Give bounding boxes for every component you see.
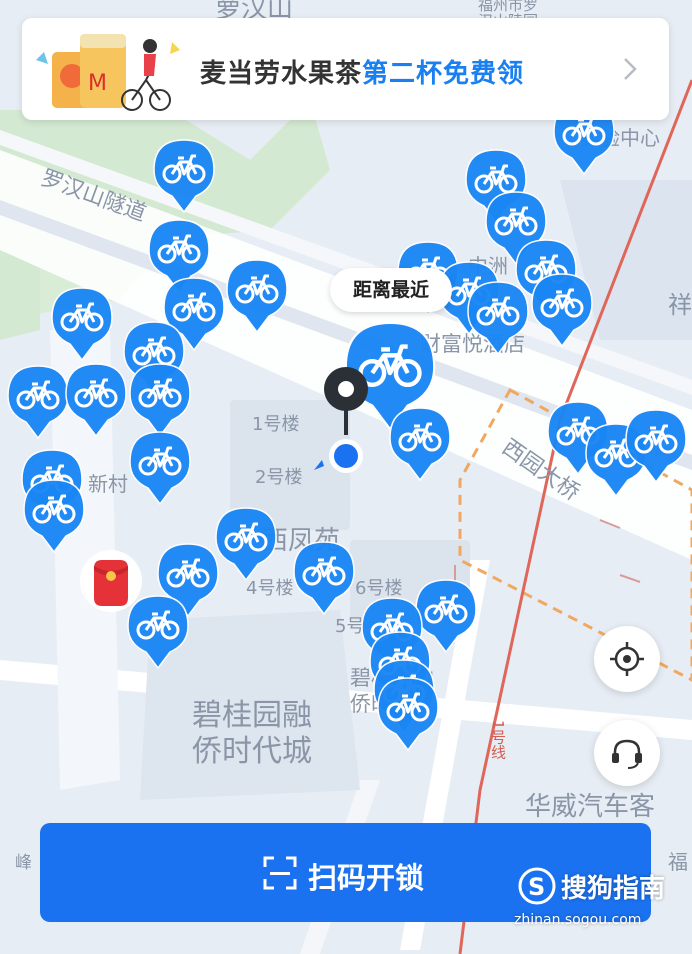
bike-pin-icon[interactable] <box>530 272 594 348</box>
headset-icon <box>612 739 642 769</box>
red-packet-icon[interactable] <box>78 548 144 622</box>
bike-pin-icon[interactable] <box>128 430 192 506</box>
bike-pin-icon[interactable] <box>292 540 356 616</box>
chevron-right-icon[interactable] <box>615 54 645 84</box>
scan-icon <box>263 856 297 890</box>
bike-pin-icon[interactable] <box>225 258 289 334</box>
promo-highlight: 第二杯免费领 <box>362 59 525 89</box>
svg-text:M: M <box>88 71 107 96</box>
map-label-bgy-2: 侨时代城 <box>192 734 312 769</box>
bike-pin-icon[interactable] <box>6 364 70 440</box>
bike-pin-icon[interactable] <box>64 362 128 438</box>
map-label-fu: 福 <box>668 850 688 874</box>
map-label-line1: 1号线 <box>489 720 507 760</box>
map-label-peak: 峰 <box>15 853 32 873</box>
bike-pin-icon[interactable] <box>214 506 278 582</box>
app-root: 萝汉山 福州市罗 汉山陵园 罗汉山隧道 实验中心 中洲 财富悦酒店 祥 1号楼 … <box>0 0 692 954</box>
customer-service-button[interactable] <box>594 720 660 786</box>
bike-pin-icon[interactable] <box>128 362 192 438</box>
map-label-huawei: 华威汽车客 <box>525 792 656 822</box>
svg-text:S: S <box>528 873 545 901</box>
map-label-bldg1: 1号楼 <box>252 414 300 435</box>
scan-unlock-button[interactable]: 扫码开锁 <box>40 823 651 922</box>
bike-pin-icon[interactable] <box>388 406 452 482</box>
scan-label: 扫码开锁 <box>308 861 425 895</box>
map-label-xincun: 新村 <box>88 472 128 496</box>
promo-banner[interactable]: M 麦当劳水果茶第二杯免费领 <box>22 18 669 120</box>
current-location-icon <box>314 439 363 473</box>
promo-text: 麦当劳水果茶第二杯免费领 <box>200 53 524 90</box>
map-label-bldg2: 2号楼 <box>255 467 303 488</box>
promo-drinks-icon: M <box>36 34 180 111</box>
bike-pin-icon[interactable] <box>22 478 86 554</box>
crosshair-icon <box>610 642 644 676</box>
promo-main: 麦当劳水果茶 <box>200 59 363 89</box>
locate-button[interactable] <box>594 626 660 692</box>
bike-pin-icon[interactable] <box>624 408 688 484</box>
watermark-brand: 搜狗指南 <box>561 874 666 904</box>
bike-pin-icon[interactable] <box>50 286 114 362</box>
bike-pin-icon[interactable] <box>152 138 216 214</box>
watermark-url: zhinan.sogou.com <box>514 912 642 928</box>
bike-pin-icon[interactable] <box>376 676 440 752</box>
nearest-tooltip: 距离最近 <box>330 268 452 312</box>
bike-pin-icon[interactable] <box>466 280 530 356</box>
map-label-xiang: 祥 <box>668 291 692 319</box>
sogou-logo-icon: S <box>518 867 556 905</box>
sogou-watermark: S 搜狗指南 <box>517 866 665 910</box>
